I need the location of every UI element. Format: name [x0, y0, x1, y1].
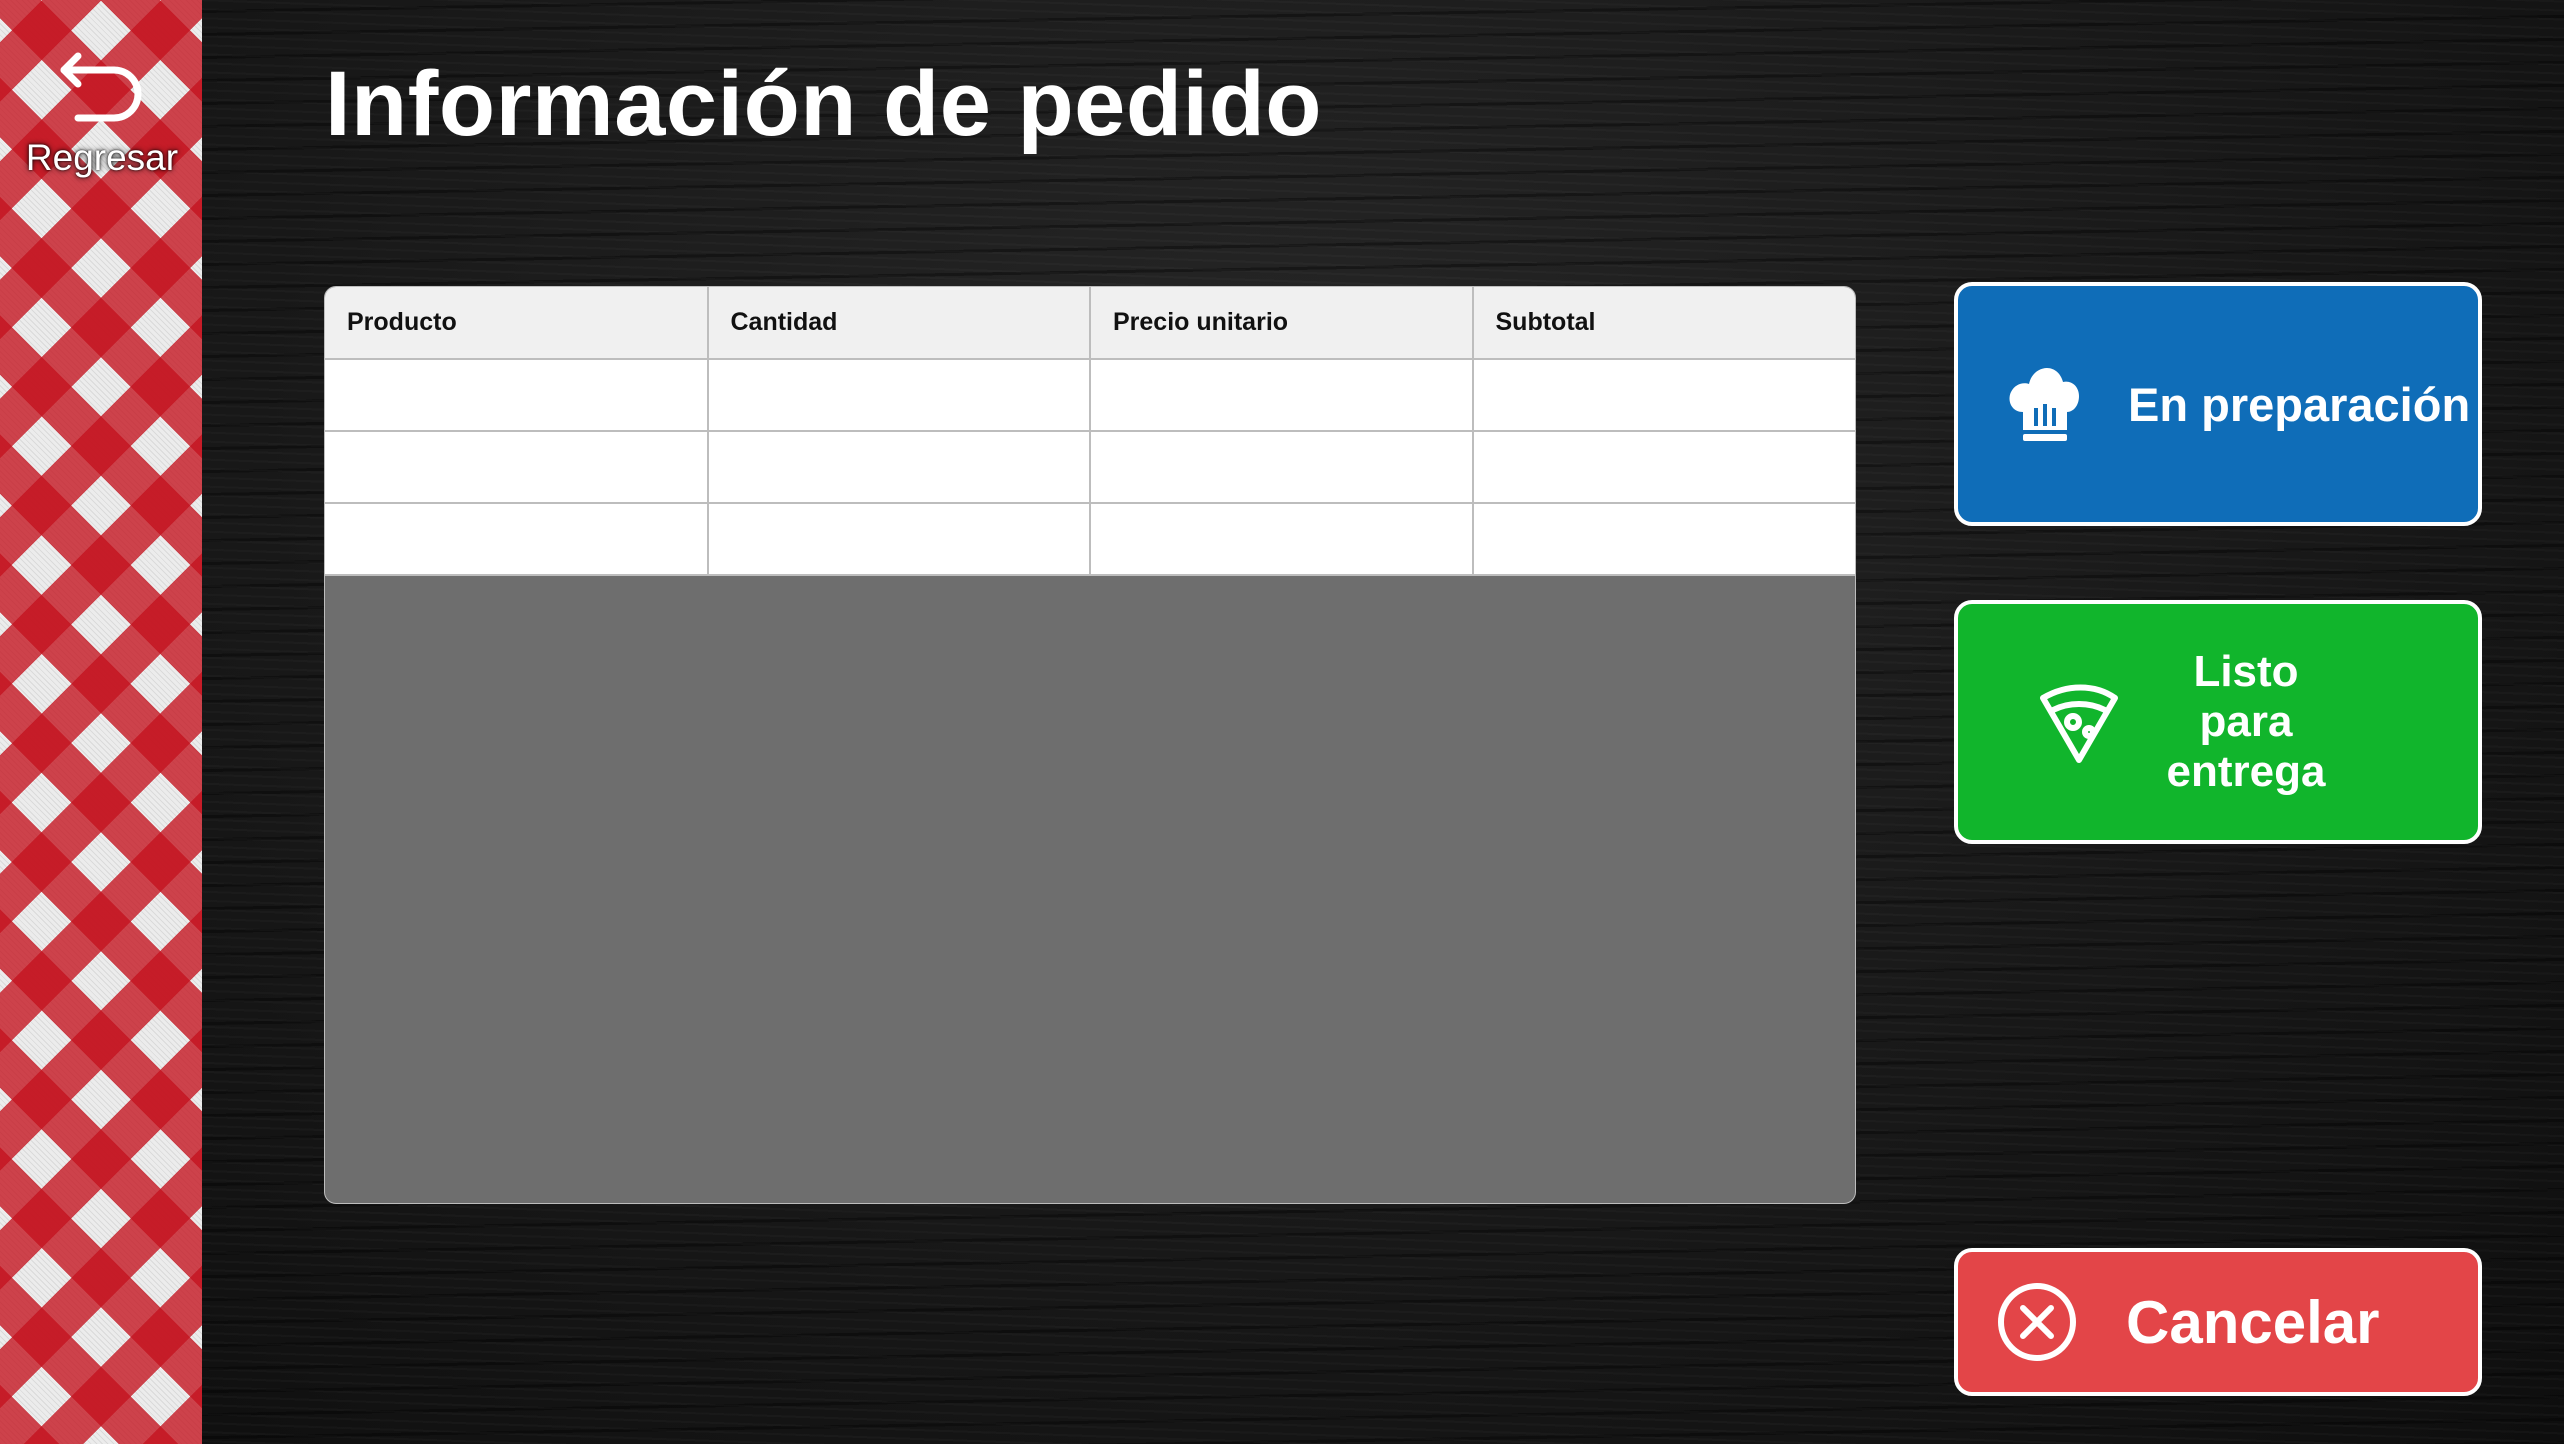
table-cell [707, 359, 1091, 432]
cancel-button[interactable]: Cancelar [1954, 1248, 2482, 1396]
table-cell [1472, 431, 1855, 504]
x-circle-icon [1962, 1281, 2112, 1363]
table-cell [1090, 359, 1474, 432]
table-row[interactable] [325, 359, 1855, 432]
table-cell [1090, 431, 1474, 504]
chef-hat-icon [1970, 364, 2120, 444]
table-header-row: Producto Cantidad Precio unitario Subtot… [325, 287, 1855, 360]
column-header-subtotal: Subtotal [1472, 287, 1855, 360]
column-header-cantidad: Cantidad [707, 287, 1091, 360]
order-info-screen: Regresar Información de pedido Producto … [0, 0, 2564, 1444]
in-preparation-label: En preparación [2128, 377, 2471, 431]
ready-for-delivery-button[interactable]: Listo para entrega [1954, 600, 2482, 844]
order-table: Producto Cantidad Precio unitario Subtot… [325, 287, 1855, 576]
table-cell [1090, 503, 1474, 576]
table-cell [325, 359, 709, 432]
undo-arrow-icon [56, 46, 148, 131]
table-row[interactable] [325, 503, 1855, 576]
back-button[interactable]: Regresar [14, 46, 190, 186]
label-line: Listo [2193, 647, 2299, 696]
order-table-panel: Producto Cantidad Precio unitario Subtot… [324, 286, 1856, 1204]
cancel-label: Cancelar [2126, 1288, 2380, 1356]
table-cell [325, 503, 709, 576]
table-row[interactable] [325, 431, 1855, 504]
column-header-producto: Producto [325, 287, 709, 360]
table-cell [1472, 503, 1855, 576]
label-line: entrega [2166, 747, 2326, 796]
ready-for-delivery-label: Listo para entrega [2146, 647, 2346, 797]
table-cell [1472, 359, 1855, 432]
label-line: para [2199, 697, 2293, 746]
table-cell [707, 503, 1091, 576]
checkered-sidebar: Regresar [0, 0, 202, 1444]
table-cell [707, 431, 1091, 504]
pizza-slice-icon [2004, 680, 2154, 764]
column-header-precio-unitario: Precio unitario [1090, 287, 1474, 360]
page-title: Información de pedido [325, 53, 1322, 155]
in-preparation-button[interactable]: En preparación [1954, 282, 2482, 526]
back-label: Regresar [25, 137, 179, 178]
table-cell [325, 431, 709, 504]
